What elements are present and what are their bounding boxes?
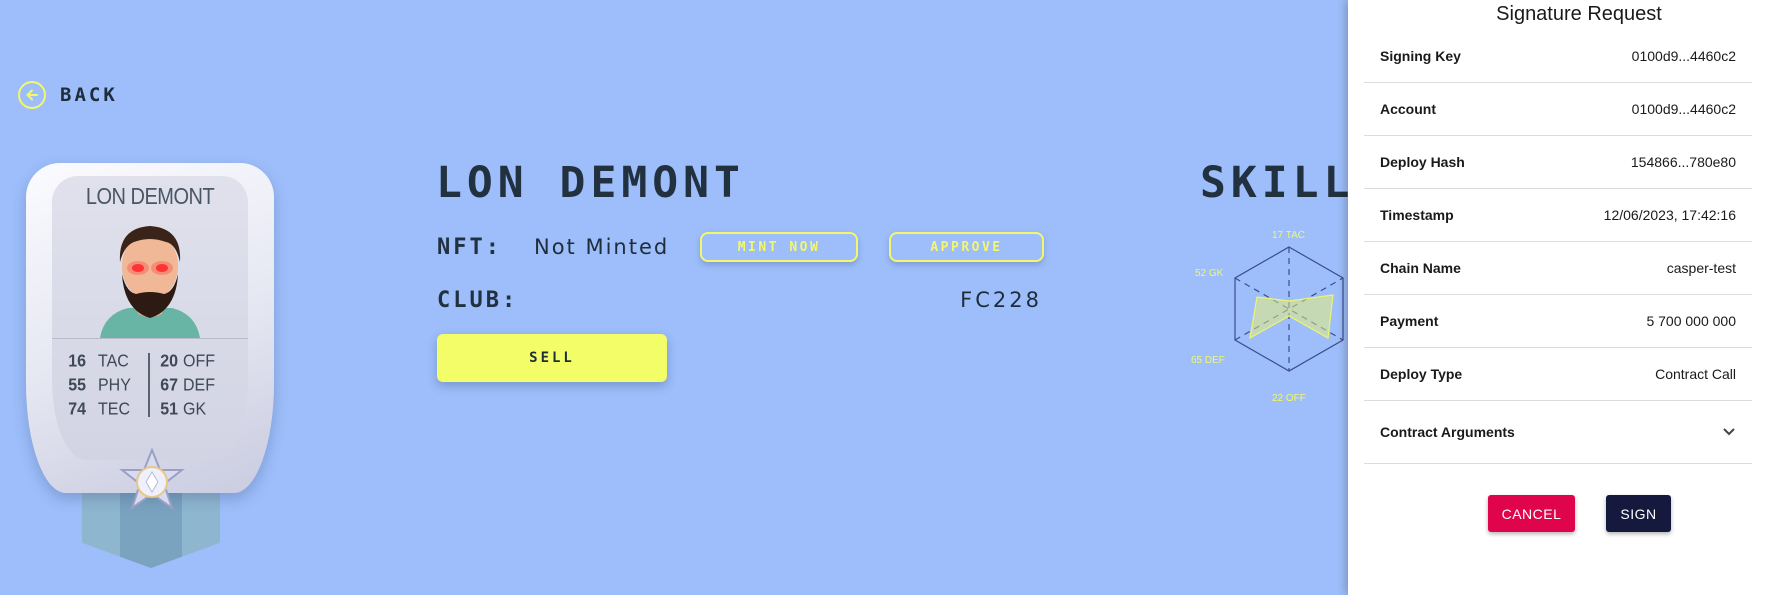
stat-gk: 51 GK [160,400,207,419]
back-label: BACK [60,84,118,106]
sign-button[interactable]: SIGN [1606,495,1671,532]
stats-divider [148,353,150,417]
row-account: Account 0100d9...4460c2 [1364,83,1752,136]
club-value: FC228 [960,288,1042,312]
chevron-down-icon [1722,424,1736,441]
row-chain-name: Chain Name casper-test [1364,242,1752,295]
stat-def: 67 DEF [160,376,215,395]
radar-label-off: 22 OFF [1272,393,1306,404]
card-shield: LON DEMONT 16 TAC 55 PHY 74 TEC 20 OFF 67 DEF [26,163,274,493]
row-payment: Payment 5 700 000 000 [1364,295,1752,348]
stat-phy: 55 PHY [68,376,131,395]
back-button[interactable]: BACK [18,81,118,109]
radar-label-tac: 17 TAC [1272,230,1305,241]
nft-label: NFT: [437,235,502,260]
contract-arguments-toggle[interactable]: Contract Arguments [1364,401,1752,464]
mint-now-button[interactable]: MINT NOW [700,232,858,262]
panel-title: Signature Request [1496,3,1662,25]
card-stats: 16 TAC 55 PHY 74 TEC 20 OFF 67 DEF 51 GK [52,338,248,459]
row-deploy-hash: Deploy Hash 154866...780e80 [1364,136,1752,189]
signature-request-panel: Signature Request Signing Key 0100d9...44… [1348,0,1779,595]
cancel-button[interactable]: CANCEL [1488,495,1575,532]
row-signing-key: Signing Key 0100d9...4460c2 [1364,30,1752,83]
arrow-left-circle-icon [18,81,46,109]
nft-status: Not Minted [534,235,670,259]
club-label: CLUB: [437,288,519,313]
card-player-name: LON DEMONT [85,184,215,210]
card-inner: LON DEMONT 16 TAC 55 PHY 74 TEC 20 OFF 67 DEF [52,176,248,460]
radar-label-def: 65 DEF [1191,355,1225,366]
approve-button[interactable]: APPROVE [889,232,1044,262]
row-timestamp: Timestamp 12/06/2023, 17:42:16 [1364,189,1752,242]
sell-button[interactable]: SELL [437,334,667,382]
player-avatar [100,226,200,338]
stat-off: 20 OFF [160,352,215,371]
radar-label-gk: 52 GK [1195,268,1224,279]
stat-tec: 74 TEC [68,400,130,419]
medal-icon [119,448,185,511]
stat-tac: 16 TAC [68,352,129,371]
row-deploy-type: Deploy Type Contract Call [1364,348,1752,401]
player-title: LON DEMONT [436,158,745,208]
player-card: LON DEMONT 16 TAC 55 PHY 74 TEC 20 OFF 67 DEF [26,163,276,568]
